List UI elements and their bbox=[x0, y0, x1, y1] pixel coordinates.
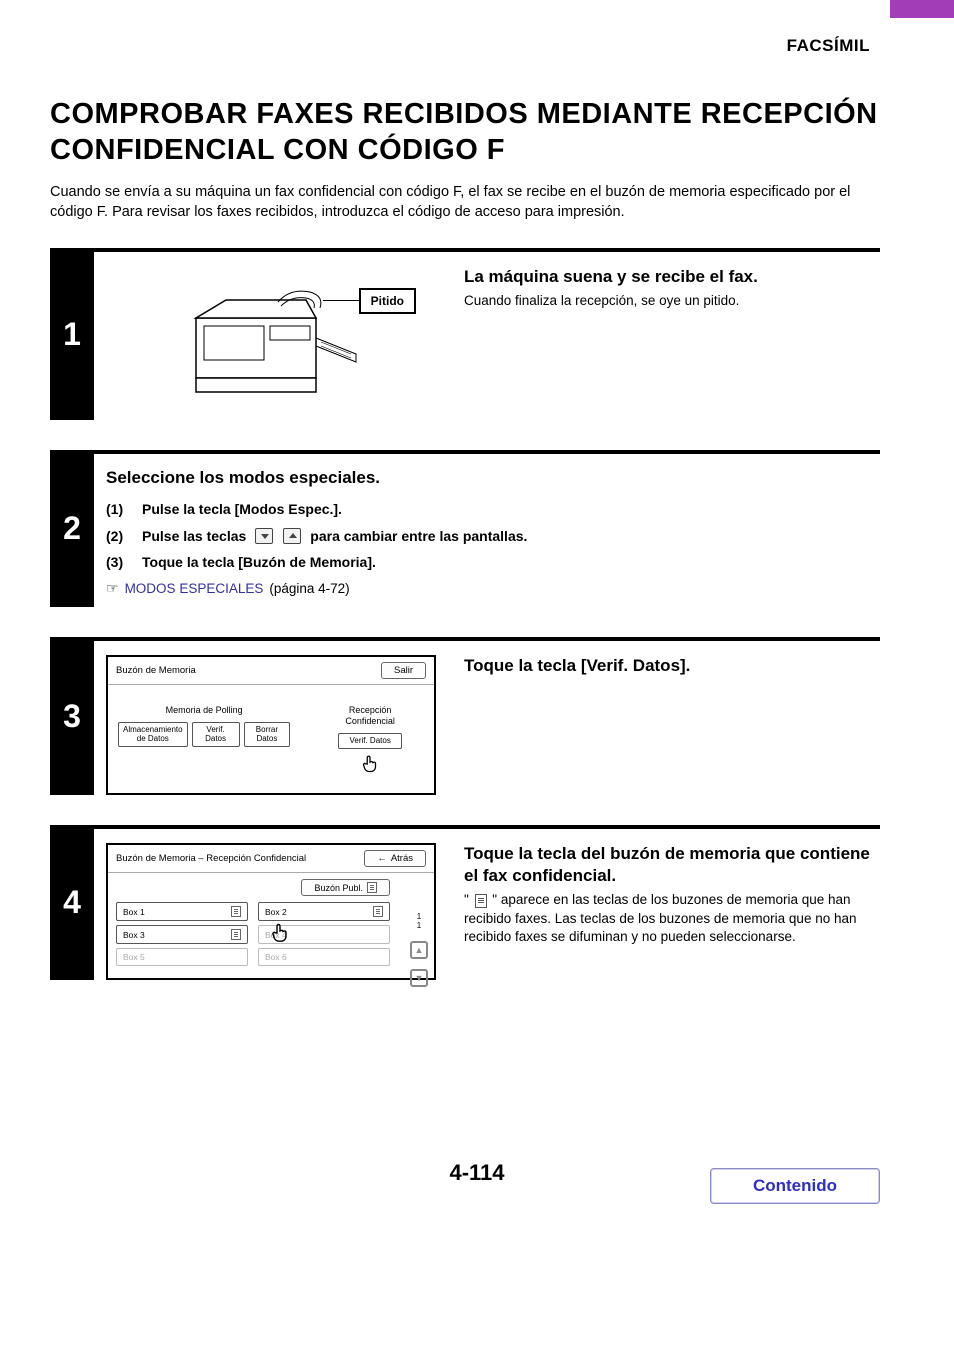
list-num: (2) bbox=[106, 523, 134, 550]
step2-title: Seleccione los modos especiales. bbox=[106, 468, 880, 488]
document-icon bbox=[373, 906, 383, 917]
memory-box-button[interactable]: Box 3 bbox=[116, 925, 248, 944]
step1-desc: Cuando finaliza la recepción, se oye un … bbox=[464, 292, 880, 310]
publ-label: Buzón Publ. bbox=[314, 883, 363, 893]
step-border bbox=[94, 248, 106, 420]
step-1: 1 Pitido bbox=[50, 248, 880, 420]
step-number: 3 bbox=[50, 637, 94, 795]
step4-desc: " " aparece en las teclas de los buzones… bbox=[464, 891, 880, 946]
page-nav: 1 1 ▲ ▼ bbox=[410, 913, 428, 987]
intro-text: Cuando se envía a su máquina un fax conf… bbox=[50, 183, 880, 222]
box-label: Box 3 bbox=[123, 930, 145, 940]
list-text: Pulse las teclas bbox=[142, 523, 246, 550]
step-border bbox=[94, 825, 106, 980]
page-footer: 4-114 Contenido bbox=[0, 1160, 954, 1226]
screen-back-button[interactable]: ← Atrás bbox=[364, 850, 426, 867]
screen-button[interactable]: Verif. Datos bbox=[192, 722, 240, 748]
arrow-left-icon: ← bbox=[377, 853, 387, 864]
step1-title: La máquina suena y se recibe el fax. bbox=[464, 266, 880, 288]
memory-box-button-disabled: Box 6 bbox=[258, 948, 390, 966]
hand-pointer-icon bbox=[268, 921, 292, 945]
printer-illustration: Pitido bbox=[106, 260, 426, 420]
box-label: Box 1 bbox=[123, 907, 145, 917]
toc-button[interactable]: Contenido bbox=[710, 1168, 880, 1204]
panel-label: Recepción Confidencial bbox=[345, 705, 395, 727]
up-key-icon bbox=[283, 528, 301, 544]
box-label: Box 5 bbox=[123, 952, 145, 962]
pointer-icon: ☞ bbox=[106, 580, 119, 597]
screen-title-text: Buzón de Memoria bbox=[116, 665, 196, 676]
step2-list: (1) Pulse la tecla [Modos Espec.]. (2) P… bbox=[106, 496, 880, 576]
step4-title: Toque la tecla del buzón de memoria que … bbox=[464, 843, 880, 887]
cross-ref-suffix: (página 4-72) bbox=[269, 581, 349, 596]
memory-box-button-disabled: Box 5 bbox=[116, 948, 248, 966]
screen-mockup-4: Buzón de Memoria – Recepción Confidencia… bbox=[106, 843, 436, 980]
public-box-button[interactable]: Buzón Publ. bbox=[301, 879, 390, 896]
header-accent bbox=[890, 0, 954, 18]
sound-callout: Pitido bbox=[359, 288, 416, 314]
list-num: (3) bbox=[106, 549, 134, 576]
page-title: COMPROBAR FAXES RECIBIDOS MEDIANTE RECEP… bbox=[50, 96, 880, 169]
screen-title-text: Buzón de Memoria – Recepción Confidencia… bbox=[116, 853, 306, 864]
step-number: 4 bbox=[50, 825, 94, 980]
document-icon bbox=[231, 906, 241, 917]
step-2: 2 Seleccione los modos especiales. (1) P… bbox=[50, 450, 880, 607]
printer-icon bbox=[166, 278, 366, 403]
link-row: ☞ MODOS ESPECIALES (página 4-72) bbox=[106, 580, 880, 597]
document-icon bbox=[475, 894, 487, 908]
list-text: Toque la tecla [Buzón de Memoria]. bbox=[142, 549, 376, 576]
hand-pointer-icon bbox=[359, 753, 381, 775]
document-icon bbox=[367, 882, 377, 893]
scroll-up-button[interactable]: ▲ bbox=[410, 941, 428, 959]
step-border bbox=[94, 450, 106, 607]
list-text: para cambiar entre las pantallas. bbox=[310, 523, 527, 550]
memory-box-button[interactable]: Box 2 bbox=[258, 902, 390, 921]
screen-exit-button[interactable]: Salir bbox=[381, 662, 426, 679]
box-label: Box 2 bbox=[265, 907, 287, 917]
verify-data-button[interactable]: Verif. Datos bbox=[338, 733, 401, 750]
desc-a: " bbox=[464, 892, 473, 907]
page-content: COMPROBAR FAXES RECIBIDOS MEDIANTE RECEP… bbox=[0, 56, 954, 980]
panel-label: Memoria de Polling bbox=[166, 705, 243, 716]
desc-b: " aparece en las teclas de los buzones d… bbox=[464, 892, 857, 943]
section-label: FACSÍMIL bbox=[0, 18, 954, 56]
step3-title: Toque la tecla [Verif. Datos]. bbox=[464, 655, 880, 677]
step-number: 2 bbox=[50, 450, 94, 607]
box-label: Box 6 bbox=[265, 952, 287, 962]
screen-mockup-3: Buzón de Memoria Salir Memoria de Pollin… bbox=[106, 655, 436, 795]
screen-button[interactable]: Borrar Datos bbox=[244, 722, 291, 748]
scroll-down-button[interactable]: ▼ bbox=[410, 969, 428, 987]
step-4: 4 Buzón de Memoria – Recepción Confidenc… bbox=[50, 825, 880, 980]
screen-button[interactable]: Almacenamiento de Datos bbox=[118, 722, 188, 748]
step-3: 3 Buzón de Memoria Salir Memoria de Poll… bbox=[50, 637, 880, 795]
list-text: Pulse la tecla [Modos Espec.]. bbox=[142, 496, 342, 523]
step-number: 1 bbox=[50, 248, 94, 420]
document-icon bbox=[231, 929, 241, 940]
cross-ref-link[interactable]: MODOS ESPECIALES bbox=[125, 581, 264, 596]
memory-box-button[interactable]: Box 1 bbox=[116, 902, 248, 921]
step-border bbox=[94, 637, 106, 795]
down-key-icon bbox=[255, 528, 273, 544]
list-num: (1) bbox=[106, 496, 134, 523]
back-label: Atrás bbox=[391, 853, 413, 864]
page-total: 1 bbox=[417, 922, 421, 931]
